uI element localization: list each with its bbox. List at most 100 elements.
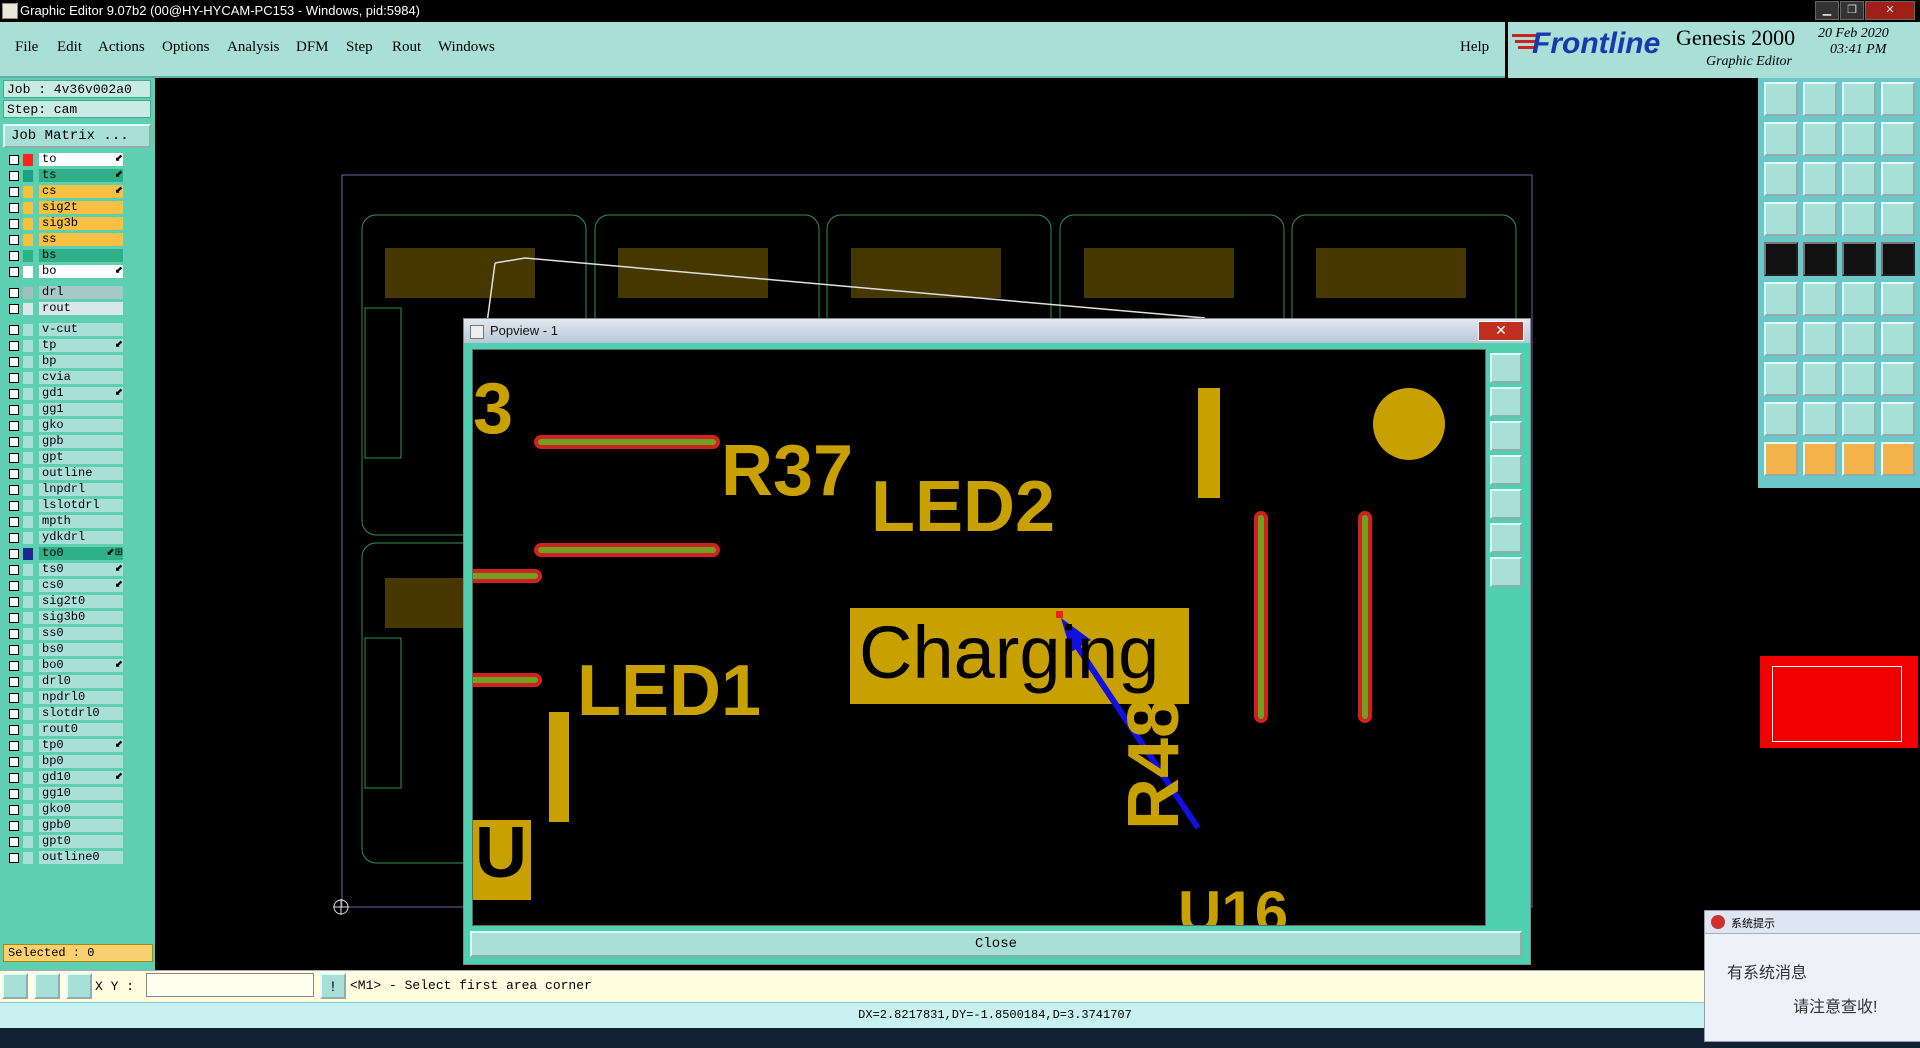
layer-color-swatch[interactable] bbox=[23, 266, 33, 278]
layer-name[interactable]: gpb bbox=[39, 435, 123, 448]
layer-checkbox[interactable] bbox=[9, 304, 19, 314]
layer-row-gko0[interactable]: gko0 bbox=[3, 803, 125, 817]
layer-name[interactable]: cvia bbox=[39, 371, 123, 384]
minimize-button[interactable]: ▁ bbox=[1815, 1, 1839, 20]
layer-name[interactable]: gd10 bbox=[39, 771, 123, 784]
tool-shape-d-icon[interactable] bbox=[1881, 402, 1915, 436]
layer-checkbox[interactable] bbox=[9, 693, 19, 703]
layer-name[interactable]: bo bbox=[39, 265, 123, 278]
layer-name[interactable]: ts bbox=[39, 169, 123, 182]
layer-name[interactable]: gpb0 bbox=[39, 819, 123, 832]
layer-row-ts0[interactable]: ts0 ⬋ bbox=[3, 563, 125, 577]
tool-home-icon[interactable] bbox=[1842, 82, 1876, 116]
layer-checkbox[interactable] bbox=[9, 485, 19, 495]
layer-color-swatch[interactable] bbox=[23, 404, 33, 416]
layer-row-bp0[interactable]: bp0 bbox=[3, 755, 125, 769]
menu-file[interactable]: File bbox=[15, 39, 38, 56]
layer-row-ss0[interactable]: ss0 bbox=[3, 627, 125, 641]
layer-checkbox[interactable] bbox=[9, 565, 19, 575]
navigator-preview[interactable] bbox=[1760, 656, 1918, 748]
menu-actions[interactable]: Actions bbox=[98, 39, 145, 56]
layer-checkbox[interactable] bbox=[9, 629, 19, 639]
layer-color-swatch[interactable] bbox=[23, 788, 33, 800]
layer-checkbox[interactable] bbox=[9, 187, 19, 197]
layer-color-swatch[interactable] bbox=[23, 612, 33, 624]
layer-checkbox[interactable] bbox=[9, 373, 19, 383]
pv-zoom-in-icon[interactable] bbox=[1490, 523, 1522, 553]
tool-shape-c-icon[interactable] bbox=[1842, 402, 1876, 436]
layer-row-gpb[interactable]: gpb bbox=[3, 435, 125, 449]
pv-pan-down-icon[interactable] bbox=[1490, 421, 1522, 451]
layer-row-v-cut[interactable]: v-cut bbox=[3, 323, 125, 337]
close-window-button[interactable]: ✕ bbox=[1865, 1, 1915, 20]
layer-row-cvia[interactable]: cvia bbox=[3, 371, 125, 385]
layer-name[interactable]: lslotdrl bbox=[39, 499, 123, 512]
layer-color-swatch[interactable] bbox=[23, 820, 33, 832]
tool-arc-icon[interactable] bbox=[1842, 322, 1876, 356]
tool-mirror-icon[interactable] bbox=[1881, 322, 1915, 356]
layer-color-swatch[interactable] bbox=[23, 804, 33, 816]
layer-color-swatch[interactable] bbox=[23, 516, 33, 528]
layer-name[interactable]: gpt0 bbox=[39, 835, 123, 848]
layer-checkbox[interactable] bbox=[9, 549, 19, 559]
measure-icon[interactable] bbox=[34, 973, 60, 999]
tool-probe-icon[interactable] bbox=[1803, 202, 1837, 236]
layer-name[interactable]: mpth bbox=[39, 515, 123, 528]
menu-dfm[interactable]: DFM bbox=[296, 39, 329, 56]
tool-layout-icon[interactable] bbox=[1881, 82, 1915, 116]
tool-line-b-icon[interactable] bbox=[1881, 282, 1915, 316]
layer-name[interactable]: rout0 bbox=[39, 723, 123, 736]
popview-title-bar[interactable]: Popview - 1 bbox=[464, 319, 1530, 343]
layer-name[interactable]: v-cut bbox=[39, 323, 123, 336]
layer-name[interactable]: ss0 bbox=[39, 627, 123, 640]
pv-pan-up-icon[interactable] bbox=[1490, 387, 1522, 417]
layer-name[interactable]: drl bbox=[39, 286, 123, 299]
layer-row-bp[interactable]: bp bbox=[3, 355, 125, 369]
layer-row-gko[interactable]: gko bbox=[3, 419, 125, 433]
layer-row-outline0[interactable]: outline0 bbox=[3, 851, 125, 865]
layer-name[interactable]: cs bbox=[39, 185, 123, 198]
layer-name[interactable]: bp bbox=[39, 355, 123, 368]
tool-route-a-icon[interactable] bbox=[1764, 322, 1798, 356]
layer-checkbox[interactable] bbox=[9, 469, 19, 479]
layer-row-outline[interactable]: outline bbox=[3, 467, 125, 481]
layer-color-swatch[interactable] bbox=[23, 756, 33, 768]
layer-checkbox[interactable] bbox=[9, 171, 19, 181]
layer-row-to0[interactable]: to0 ⬋⊞ bbox=[3, 547, 125, 561]
tool-select-frame-icon[interactable] bbox=[1842, 362, 1876, 396]
layer-name[interactable]: cs0 bbox=[39, 579, 123, 592]
layer-color-swatch[interactable] bbox=[23, 692, 33, 704]
layer-checkbox[interactable] bbox=[9, 389, 19, 399]
layer-color-swatch[interactable] bbox=[23, 287, 33, 299]
layer-color-swatch[interactable] bbox=[23, 202, 33, 214]
layer-checkbox[interactable] bbox=[9, 677, 19, 687]
layer-checkbox[interactable] bbox=[9, 155, 19, 165]
layer-checkbox[interactable] bbox=[9, 405, 19, 415]
tool-cross-icon[interactable] bbox=[1803, 282, 1837, 316]
layer-checkbox[interactable] bbox=[9, 203, 19, 213]
layer-name[interactable]: gko bbox=[39, 419, 123, 432]
layer-name[interactable]: outline bbox=[39, 467, 123, 480]
layer-row-sig2t[interactable]: sig2t bbox=[3, 201, 125, 215]
layer-color-swatch[interactable] bbox=[23, 340, 33, 352]
popview-close-icon[interactable]: ✕ bbox=[1478, 321, 1524, 341]
layer-row-mpth[interactable]: mpth bbox=[3, 515, 125, 529]
layer-name[interactable]: outline0 bbox=[39, 851, 123, 864]
layer-checkbox[interactable] bbox=[9, 741, 19, 751]
layer-row-ts[interactable]: ts ⬋ bbox=[3, 169, 125, 183]
layer-color-swatch[interactable] bbox=[23, 154, 33, 166]
layer-row-gd1[interactable]: gd1 ⬋ bbox=[3, 387, 125, 401]
layer-color-swatch[interactable] bbox=[23, 372, 33, 384]
layer-row-bo0[interactable]: bo0 ⬋ bbox=[3, 659, 125, 673]
layer-name[interactable]: ts0 bbox=[39, 563, 123, 576]
layer-row-bo[interactable]: bo ⬋ bbox=[3, 265, 125, 279]
layer-checkbox[interactable] bbox=[9, 251, 19, 261]
tool-open-step-icon[interactable] bbox=[1764, 82, 1798, 116]
tool-swap-icon[interactable] bbox=[1842, 122, 1876, 156]
layer-checkbox[interactable] bbox=[9, 773, 19, 783]
layer-checkbox[interactable] bbox=[9, 288, 19, 298]
layer-checkbox[interactable] bbox=[9, 357, 19, 367]
tool-route-b-icon[interactable] bbox=[1803, 322, 1837, 356]
layer-color-swatch[interactable] bbox=[23, 596, 33, 608]
layer-row-drl[interactable]: drl bbox=[3, 286, 125, 300]
